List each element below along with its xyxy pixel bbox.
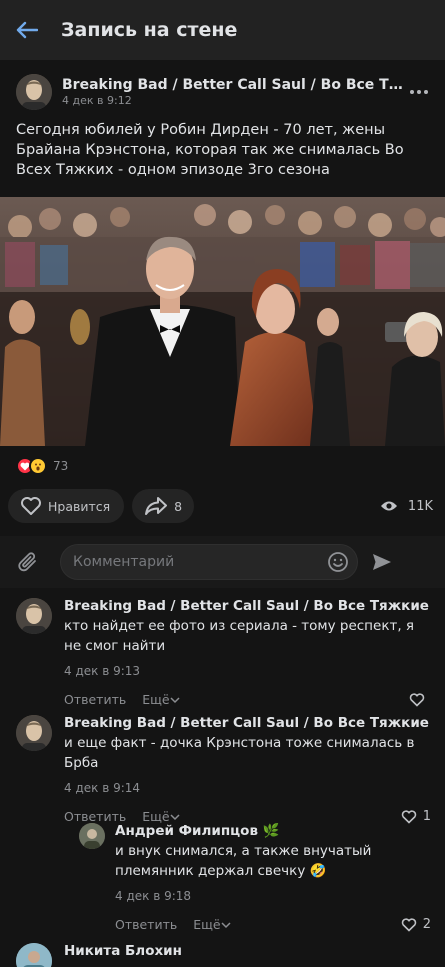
emoji-icon[interactable] — [327, 551, 349, 573]
more-options-icon[interactable] — [405, 90, 433, 94]
post-time[interactable]: 4 дек в 9:12 — [62, 94, 405, 107]
chevron-down-icon — [170, 814, 180, 821]
comment-time: 4 дек в 9:14 — [64, 781, 141, 795]
views-count: 11K — [407, 498, 433, 514]
reply-button[interactable]: Ответить — [64, 692, 126, 707]
post-header: Breaking Bad / Better Call Saul / Во Все… — [16, 72, 433, 112]
share-icon — [145, 497, 168, 515]
comment-text: и еще факт - дочка Крэнстона тоже снимал… — [64, 735, 415, 771]
attach-icon[interactable] — [8, 550, 48, 574]
post-actions: Нравится 8 11K — [8, 488, 433, 524]
comment-like-button[interactable]: 2 — [401, 917, 431, 932]
comment-author[interactable]: Breaking Bad / Better Call Saul / Во Все… — [64, 598, 431, 614]
more-button[interactable]: Ещё — [142, 692, 180, 707]
like-button[interactable]: Нравится — [8, 489, 125, 523]
reply-button[interactable]: Ответить — [115, 917, 177, 932]
comment-avatar[interactable] — [16, 943, 52, 967]
chevron-down-icon — [170, 697, 180, 704]
comment-like-button[interactable]: 1 — [401, 809, 431, 824]
comment-reply-item: Андрей Филипцов 🌿 и внук снимался, а так… — [79, 823, 431, 932]
like-label: Нравится — [48, 498, 111, 514]
top-bar: Запись на стене — [0, 0, 445, 60]
comment-like-count: 1 — [422, 809, 431, 824]
comment-avatar[interactable] — [16, 598, 52, 634]
comment-like-count: 2 — [422, 917, 431, 932]
comment-item: Никита Блохин — [16, 943, 431, 967]
group-avatar[interactable] — [16, 74, 52, 110]
more-button[interactable]: Ещё — [142, 809, 180, 824]
page-title: Запись на стене — [61, 19, 238, 41]
heart-outline-icon — [21, 497, 41, 515]
comment-item: Breaking Bad / Better Call Saul / Во Все… — [16, 598, 431, 707]
heart-outline-icon — [401, 917, 416, 932]
more-label: Ещё — [142, 809, 170, 824]
send-icon[interactable] — [368, 552, 396, 572]
heart-outline-icon — [401, 809, 416, 824]
post-text: Сегодня юбилей у Робин Дирден - 70 лет, … — [16, 122, 404, 178]
reactions-summary[interactable]: 73 — [16, 457, 68, 475]
share-count: 8 — [174, 498, 183, 514]
chevron-down-icon — [221, 922, 231, 929]
comment-text: и внук снимался, а также внучатый племян… — [115, 843, 372, 879]
back-arrow-icon[interactable] — [13, 16, 41, 44]
comment-placeholder: Комментарий — [73, 554, 175, 570]
comment-item: Breaking Bad / Better Call Saul / Во Все… — [16, 715, 431, 824]
comment-composer: Комментарий — [0, 536, 445, 588]
reactions-count: 73 — [53, 459, 69, 473]
more-label: Ещё — [142, 692, 170, 707]
comment-author[interactable]: Андрей Филипцов 🌿 — [115, 823, 431, 839]
share-button[interactable]: 8 — [132, 489, 195, 523]
comment-avatar[interactable] — [16, 715, 52, 751]
post-photo[interactable] — [0, 197, 445, 446]
group-name[interactable]: Breaking Bad / Better Call Saul / Во Все… — [62, 77, 405, 93]
more-button[interactable]: Ещё — [193, 917, 231, 932]
comment-time: 4 дек в 9:13 — [64, 664, 141, 678]
wow-reaction-icon — [29, 457, 47, 475]
heart-outline-icon — [409, 692, 425, 707]
more-label: Ещё — [193, 917, 221, 932]
views-counter: 11K — [380, 499, 433, 514]
comment-avatar[interactable] — [79, 823, 105, 849]
comment-author[interactable]: Никита Блохин — [64, 943, 431, 959]
comment-like-button[interactable] — [409, 692, 431, 707]
comment-input[interactable]: Комментарий — [60, 544, 358, 580]
comment-time: 4 дек в 9:18 — [115, 889, 192, 903]
reply-button[interactable]: Ответить — [64, 809, 126, 824]
eye-icon — [380, 501, 397, 511]
comment-text: кто найдет ее фото из сериала - тому рес… — [64, 618, 415, 654]
comment-author[interactable]: Breaking Bad / Better Call Saul / Во Все… — [64, 715, 431, 731]
